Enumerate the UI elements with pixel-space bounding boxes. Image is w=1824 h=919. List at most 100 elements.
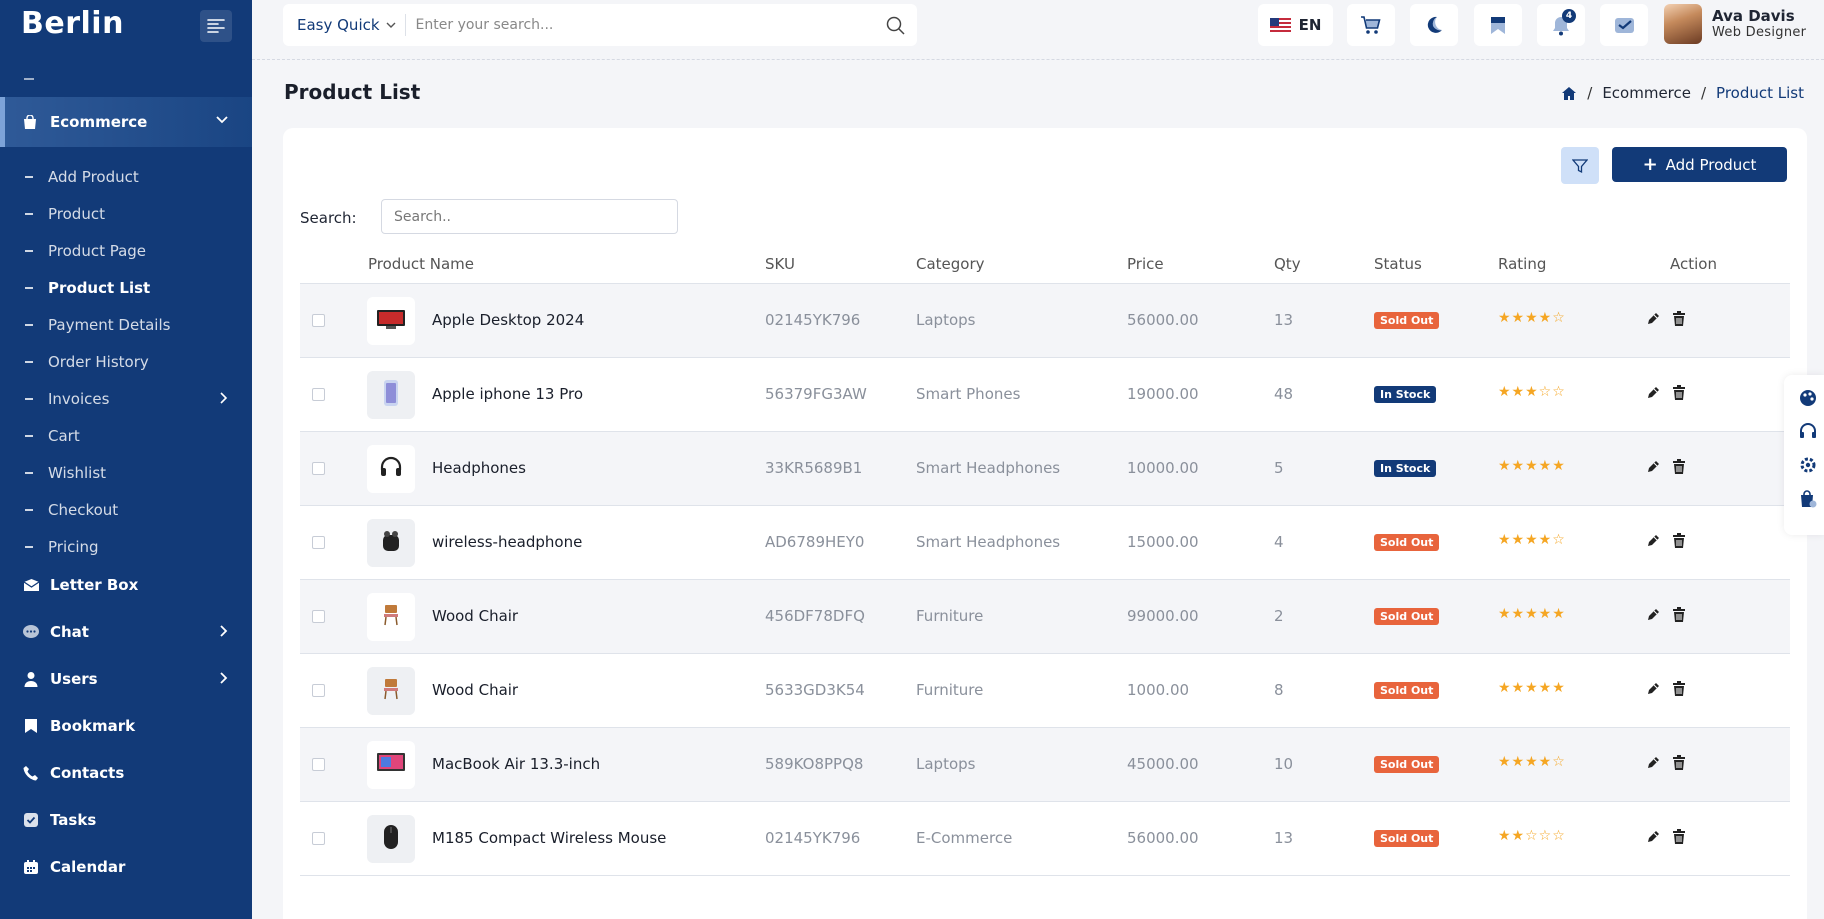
product-price: 15000.00 — [1127, 533, 1199, 551]
product-name[interactable]: Apple iphone 13 Pro — [432, 385, 583, 403]
sidebar-item-contacts[interactable]: Contacts — [0, 749, 252, 796]
submenu-item-add-product[interactable]: Add Product — [0, 158, 252, 195]
table-row[interactable]: MacBook Air 13.3-inch 589KO8PPQ8 Laptops 45… — [300, 728, 1790, 802]
submenu-item-checkout[interactable]: Checkout — [0, 491, 252, 528]
product-name[interactable]: wireless-headphone — [432, 533, 582, 551]
column-header-product-name[interactable]: Product Name — [368, 255, 474, 273]
global-search-input[interactable] — [415, 17, 896, 33]
product-name[interactable]: Apple Desktop 2024 — [432, 311, 584, 329]
calendar-icon — [24, 859, 38, 874]
product-category: Furniture — [916, 681, 984, 699]
cart-button[interactable] — [1347, 4, 1395, 46]
edit-icon[interactable] — [1646, 756, 1660, 774]
sidebar-item-tasks[interactable]: Tasks — [0, 796, 252, 843]
menu-toggle-button[interactable] — [200, 10, 232, 42]
table-search-input[interactable] — [381, 199, 678, 234]
column-header-rating[interactable]: Rating — [1498, 255, 1546, 273]
language-selector[interactable]: EN — [1258, 4, 1333, 46]
bookmark-icon — [1491, 16, 1505, 34]
row-checkbox[interactable] — [312, 610, 325, 623]
product-price: 99000.00 — [1127, 607, 1199, 625]
sidebar-item-letter-box[interactable]: Letter Box — [0, 561, 252, 608]
submenu-item-product[interactable]: Product — [0, 195, 252, 232]
table-row[interactable]: Apple Desktop 2024 02145YK796 Laptops 56000… — [300, 284, 1790, 358]
customizer-button[interactable] — [1798, 388, 1818, 408]
row-checkbox[interactable] — [312, 314, 325, 327]
edit-icon[interactable] — [1646, 682, 1660, 700]
submenu-item-cart[interactable]: Cart — [0, 417, 252, 454]
row-checkbox[interactable] — [312, 758, 325, 771]
checkbox-icon — [24, 812, 38, 827]
column-header-price[interactable]: Price — [1127, 255, 1164, 273]
submenu-item-product-page[interactable]: Product Page — [0, 232, 252, 269]
submenu-label: Wishlist — [48, 463, 107, 482]
product-name[interactable]: M185 Compact Wireless Mouse — [432, 829, 666, 847]
table-row[interactable]: Apple iphone 13 Pro 56379FG3AW Smart Phone… — [300, 358, 1790, 432]
submenu-item-order-history[interactable]: Order History — [0, 343, 252, 380]
add-product-button[interactable]: + Add Product — [1612, 147, 1787, 182]
trash-icon[interactable] — [1672, 829, 1686, 849]
row-checkbox[interactable] — [312, 388, 325, 401]
product-name[interactable]: Wood Chair — [432, 607, 518, 625]
breadcrumb-ecommerce[interactable]: Ecommerce — [1602, 84, 1691, 102]
user-profile[interactable]: Ava Davis Web Designer — [1664, 4, 1806, 44]
dark-mode-button[interactable] — [1410, 4, 1458, 46]
column-header-qty[interactable]: Qty — [1274, 255, 1301, 273]
bookmark-button[interactable] — [1474, 4, 1522, 46]
trash-icon[interactable] — [1672, 607, 1686, 627]
sidebar-item-users[interactable]: Users — [0, 655, 252, 702]
edit-icon[interactable] — [1646, 312, 1660, 330]
messages-button[interactable] — [1600, 4, 1648, 46]
trash-icon[interactable] — [1672, 311, 1686, 331]
sidebar-item-chat[interactable]: Chat — [0, 608, 252, 655]
dash-icon — [25, 286, 33, 289]
row-checkbox[interactable] — [312, 462, 325, 475]
trash-icon[interactable] — [1672, 385, 1686, 405]
sidebar-item-bookmark[interactable]: Bookmark — [0, 702, 252, 749]
table-row[interactable]: Wood Chair 456DF78DFQ Furniture 99000.00 2 So… — [300, 580, 1790, 654]
settings-button[interactable] — [1798, 455, 1818, 475]
column-header-sku[interactable]: SKU — [765, 255, 795, 273]
notifications-button[interactable]: 4 — [1537, 4, 1585, 46]
quick-menu-dropdown[interactable]: Easy Quick — [297, 16, 380, 34]
shop-button[interactable] — [1798, 489, 1818, 509]
column-header-category[interactable]: Category — [916, 255, 985, 273]
chair-icon — [380, 677, 402, 705]
sidebar-item-ecommerce[interactable]: Ecommerce — [0, 97, 252, 147]
trash-icon[interactable] — [1672, 533, 1686, 553]
edit-icon[interactable] — [1646, 534, 1660, 552]
table-row[interactable]: Wood Chair 5633GD3K54 Furniture 1000.00 8 Sol… — [300, 654, 1790, 728]
edit-icon[interactable] — [1646, 386, 1660, 404]
table-row[interactable]: Headphones 33KR5689B1 Smart Headphones 1000… — [300, 432, 1790, 506]
submenu-item-product-list[interactable]: Product List — [0, 269, 252, 306]
home-icon[interactable] — [1561, 86, 1577, 101]
submenu-item-wishlist[interactable]: Wishlist — [0, 454, 252, 491]
sidebar-item-calendar[interactable]: Calendar — [0, 843, 252, 890]
row-checkbox[interactable] — [312, 684, 325, 697]
row-checkbox[interactable] — [312, 536, 325, 549]
support-button[interactable] — [1798, 421, 1818, 441]
filter-button[interactable] — [1561, 147, 1599, 184]
trash-icon[interactable] — [1672, 755, 1686, 775]
trash-icon[interactable] — [1672, 459, 1686, 479]
table-row[interactable]: M185 Compact Wireless Mouse 02145YK796 E-C… — [300, 802, 1790, 876]
product-name[interactable]: Headphones — [432, 459, 526, 477]
submenu-item-payment-details[interactable]: Payment Details — [0, 306, 252, 343]
product-name[interactable]: MacBook Air 13.3-inch — [432, 755, 600, 773]
user-icon — [24, 671, 38, 687]
chevron-down-icon[interactable] — [386, 22, 396, 29]
edit-icon[interactable] — [1646, 460, 1660, 478]
column-header-status[interactable]: Status — [1374, 255, 1422, 273]
table-row[interactable]: wireless-headphone AD6789HEY0 Smart Headph… — [300, 506, 1790, 580]
edit-icon[interactable] — [1646, 608, 1660, 626]
brand-logo[interactable]: Berlin — [21, 6, 124, 41]
product-name[interactable]: Wood Chair — [432, 681, 518, 699]
row-checkbox[interactable] — [312, 832, 325, 845]
trash-icon[interactable] — [1672, 681, 1686, 701]
product-category: E-Commerce — [916, 829, 1013, 847]
edit-icon[interactable] — [1646, 830, 1660, 848]
sidebar-item-label: Ecommerce — [50, 113, 148, 131]
submenu-item-invoices[interactable]: Invoices — [0, 380, 252, 417]
search-icon[interactable] — [886, 16, 905, 35]
submenu-item-pricing[interactable]: Pricing — [0, 528, 252, 565]
